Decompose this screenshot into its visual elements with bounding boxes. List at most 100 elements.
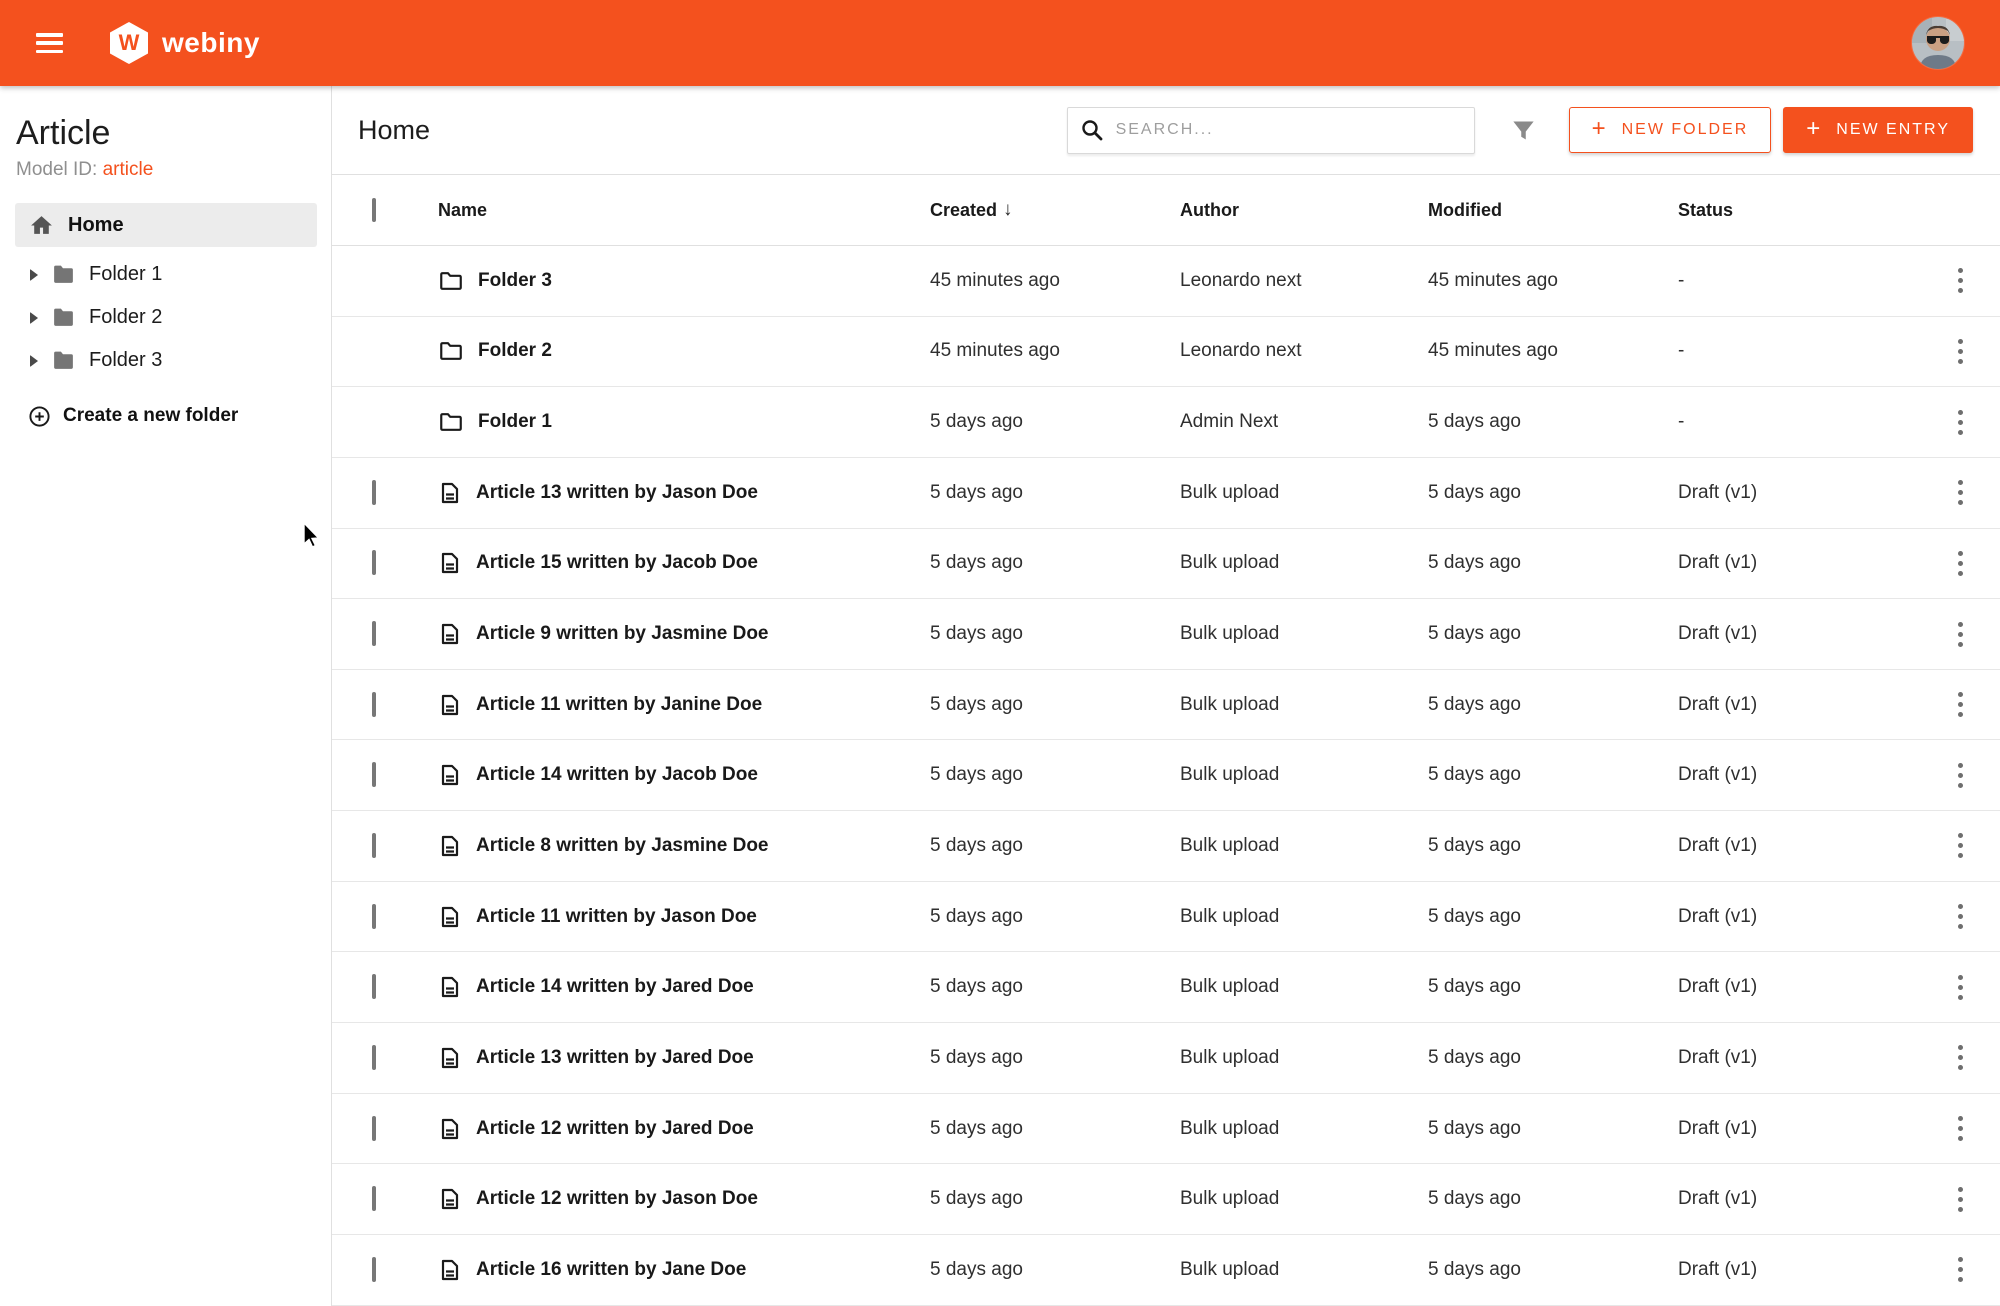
create-new-folder-button[interactable]: Create a new folder bbox=[0, 396, 331, 436]
chevron-right-icon[interactable] bbox=[30, 312, 38, 324]
table-row[interactable]: Article 11 written by Jason Doe 5 days a… bbox=[332, 882, 2000, 953]
created-cell: 5 days ago bbox=[930, 552, 1180, 574]
name-cell: Article 8 written by Jasmine Doe bbox=[438, 834, 930, 858]
row-checkbox[interactable] bbox=[372, 1116, 376, 1141]
kebab-menu-icon[interactable] bbox=[1952, 1039, 1969, 1076]
name-cell: Article 13 written by Jared Doe bbox=[438, 1046, 930, 1070]
row-checkbox[interactable] bbox=[372, 692, 376, 717]
author-cell: Bulk upload bbox=[1180, 623, 1428, 645]
status-cell: Draft (v1) bbox=[1678, 1188, 1920, 1210]
table-row[interactable]: Article 11 written by Janine Doe 5 days … bbox=[332, 670, 2000, 741]
kebab-menu-icon[interactable] bbox=[1952, 757, 1969, 794]
column-header-status[interactable]: Status bbox=[1678, 200, 1920, 221]
kebab-menu-icon[interactable] bbox=[1952, 969, 1969, 1006]
name-cell: Article 13 written by Jason Doe bbox=[438, 481, 930, 505]
app-header: W webiny bbox=[0, 0, 2000, 86]
name-cell: Article 11 written by Janine Doe bbox=[438, 693, 930, 717]
sidebar-folder-item[interactable]: Folder 3 bbox=[0, 339, 331, 382]
chevron-right-icon[interactable] bbox=[30, 269, 38, 281]
row-checkbox[interactable] bbox=[372, 1186, 376, 1211]
column-header-name[interactable]: Name bbox=[438, 200, 930, 221]
kebab-menu-icon[interactable] bbox=[1952, 616, 1969, 653]
webiny-logo[interactable]: W webiny bbox=[109, 21, 260, 65]
document-icon bbox=[438, 551, 462, 575]
row-checkbox[interactable] bbox=[372, 904, 376, 929]
status-cell: Draft (v1) bbox=[1678, 482, 1920, 504]
document-icon bbox=[438, 1046, 462, 1070]
document-icon bbox=[438, 481, 462, 505]
column-header-author[interactable]: Author bbox=[1180, 200, 1428, 221]
kebab-menu-icon[interactable] bbox=[1952, 827, 1969, 864]
table-row[interactable]: Article 8 written by Jasmine Doe 5 days … bbox=[332, 811, 2000, 882]
sidebar-folder-item[interactable]: Folder 2 bbox=[0, 296, 331, 339]
author-cell: Bulk upload bbox=[1180, 552, 1428, 574]
chevron-right-icon[interactable] bbox=[30, 355, 38, 367]
modified-cell: 5 days ago bbox=[1428, 1118, 1678, 1140]
created-cell: 5 days ago bbox=[930, 623, 1180, 645]
kebab-menu-icon[interactable] bbox=[1952, 898, 1969, 935]
table-row[interactable]: Folder 2 45 minutes ago Leonardo next 45… bbox=[332, 317, 2000, 388]
modified-cell: 45 minutes ago bbox=[1428, 270, 1678, 292]
table-row[interactable]: Article 15 written by Jacob Doe 5 days a… bbox=[332, 529, 2000, 600]
search-box bbox=[1067, 107, 1475, 154]
search-input[interactable] bbox=[1116, 121, 1462, 139]
author-cell: Bulk upload bbox=[1180, 976, 1428, 998]
new-entry-button[interactable]: + NEW ENTRY bbox=[1783, 107, 1973, 153]
model-id: Model ID: article bbox=[16, 159, 315, 181]
document-icon bbox=[438, 1187, 462, 1211]
filter-icon[interactable] bbox=[1509, 115, 1539, 145]
user-avatar[interactable] bbox=[1912, 17, 1964, 69]
model-id-value: article bbox=[103, 159, 154, 180]
table-row[interactable]: Article 14 written by Jacob Doe 5 days a… bbox=[332, 740, 2000, 811]
table-row[interactable]: Folder 1 5 days ago Admin Next 5 days ag… bbox=[332, 387, 2000, 458]
kebab-menu-icon[interactable] bbox=[1952, 404, 1969, 441]
kebab-menu-icon[interactable] bbox=[1952, 1181, 1969, 1218]
kebab-menu-icon[interactable] bbox=[1952, 686, 1969, 723]
row-checkbox[interactable] bbox=[372, 1257, 376, 1282]
kebab-menu-icon[interactable] bbox=[1952, 474, 1969, 511]
row-checkbox[interactable] bbox=[372, 621, 376, 646]
name-cell: Article 16 written by Jane Doe bbox=[438, 1258, 930, 1282]
created-cell: 5 days ago bbox=[930, 482, 1180, 504]
modified-cell: 5 days ago bbox=[1428, 482, 1678, 504]
new-folder-button[interactable]: + NEW FOLDER bbox=[1569, 107, 1772, 153]
home-icon bbox=[29, 213, 54, 238]
table-row[interactable]: Article 12 written by Jared Doe 5 days a… bbox=[332, 1094, 2000, 1165]
kebab-menu-icon[interactable] bbox=[1952, 1110, 1969, 1147]
column-header-created[interactable]: Created ↓ bbox=[930, 199, 1180, 221]
kebab-menu-icon[interactable] bbox=[1952, 545, 1969, 582]
table-row[interactable]: Article 12 written by Jason Doe 5 days a… bbox=[332, 1164, 2000, 1235]
modified-cell: 45 minutes ago bbox=[1428, 340, 1678, 362]
table-row[interactable]: Folder 3 45 minutes ago Leonardo next 45… bbox=[332, 246, 2000, 317]
created-cell: 5 days ago bbox=[930, 976, 1180, 998]
toolbar: Home + NEW FOLDER + NEW ENTRY bbox=[332, 86, 2000, 175]
kebab-menu-icon[interactable] bbox=[1952, 1251, 1969, 1288]
row-checkbox[interactable] bbox=[372, 974, 376, 999]
row-checkbox[interactable] bbox=[372, 762, 376, 787]
status-cell: Draft (v1) bbox=[1678, 1259, 1920, 1281]
table-row[interactable]: Article 13 written by Jason Doe 5 days a… bbox=[332, 458, 2000, 529]
hamburger-menu-icon[interactable] bbox=[36, 33, 63, 53]
table-row[interactable]: Article 9 written by Jasmine Doe 5 days … bbox=[332, 599, 2000, 670]
modified-cell: 5 days ago bbox=[1428, 1047, 1678, 1069]
table-row[interactable]: Article 14 written by Jared Doe 5 days a… bbox=[332, 952, 2000, 1023]
row-checkbox[interactable] bbox=[372, 1045, 376, 1070]
table-row[interactable]: Article 16 written by Jane Doe 5 days ag… bbox=[332, 1235, 2000, 1306]
table-row[interactable]: Article 13 written by Jared Doe 5 days a… bbox=[332, 1023, 2000, 1094]
sidebar-folder-item[interactable]: Folder 1 bbox=[0, 253, 331, 296]
kebab-menu-icon[interactable] bbox=[1952, 333, 1969, 370]
row-checkbox[interactable] bbox=[372, 833, 376, 858]
folder-icon bbox=[438, 338, 464, 364]
row-checkbox[interactable] bbox=[372, 480, 376, 505]
name-cell: Article 12 written by Jason Doe bbox=[438, 1187, 930, 1211]
select-all-checkbox[interactable] bbox=[372, 198, 376, 222]
status-cell: Draft (v1) bbox=[1678, 906, 1920, 928]
column-header-modified[interactable]: Modified bbox=[1428, 200, 1678, 221]
sidebar-item-home[interactable]: Home bbox=[15, 203, 317, 247]
document-icon bbox=[438, 622, 462, 646]
document-icon bbox=[438, 1117, 462, 1141]
kebab-menu-icon[interactable] bbox=[1952, 262, 1969, 299]
row-checkbox[interactable] bbox=[372, 550, 376, 575]
created-cell: 5 days ago bbox=[930, 764, 1180, 786]
status-cell: - bbox=[1678, 411, 1920, 433]
